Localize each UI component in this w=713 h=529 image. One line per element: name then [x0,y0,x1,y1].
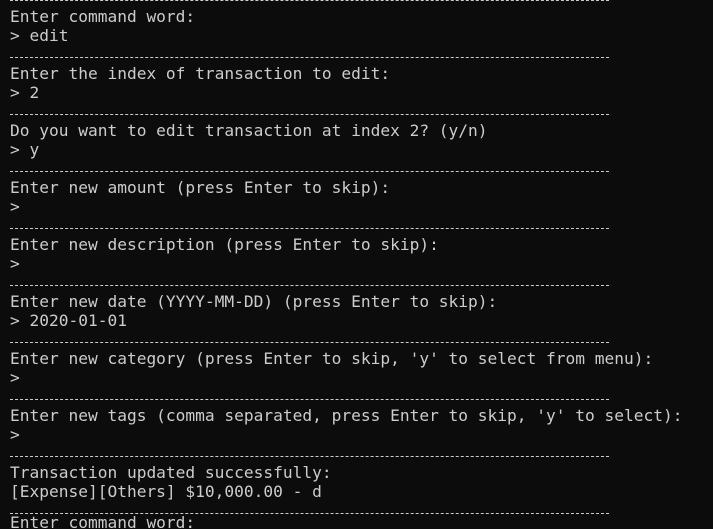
input-response: > [10,254,20,273]
input-response: > [10,425,20,444]
separator-line [10,0,713,7]
exchange-block-amount: Enter new amount (press Enter to skip): … [10,178,713,235]
exchange-block-tags: Enter new tags (comma separated, press E… [10,406,713,463]
prompt-text: Enter the index of transaction to edit: [10,64,391,83]
prompt-text: Enter command word: [10,7,196,26]
prompt-text: Do you want to edit transaction at index… [10,121,488,140]
input-response: > [10,368,20,387]
separator-line [10,387,713,406]
separator-line [10,216,713,235]
transaction-summary: [Expense][Others] $10,000.00 - d [10,482,322,501]
status-message: Transaction updated successfully: [10,463,332,482]
separator-line [10,273,713,292]
separator-line [10,45,713,64]
prompt-text: Enter new category (press Enter to skip,… [10,349,654,368]
separator-line [10,102,713,121]
exchange-block-result: Transaction updated successfully: [Expen… [10,463,713,520]
input-response: > 2 [10,83,40,102]
separator-line [10,444,713,463]
separator-line [10,330,713,349]
exchange-block-command: Enter command word: > edit [10,7,713,64]
exchange-block-date: Enter new date (YYYY-MM-DD) (press Enter… [10,292,713,349]
exchange-block-description: Enter new description (press Enter to sk… [10,235,713,292]
prompt-text: Enter new amount (press Enter to skip): [10,178,391,197]
separator-line [10,159,713,178]
exchange-block-confirm: Do you want to edit transaction at index… [10,121,713,178]
exchange-block-category: Enter new category (press Enter to skip,… [10,349,713,406]
input-response: > edit [10,26,69,45]
input-response: > y [10,140,40,159]
separator-line [10,501,713,520]
terminal-window[interactable]: Enter command word: > edit Enter the ind… [0,0,713,529]
exchange-block-index: Enter the index of transaction to edit: … [10,64,713,121]
prompt-text: Enter new description (press Enter to sk… [10,235,439,254]
input-response: > 2020-01-01 [10,311,127,330]
prompt-text: Enter new date (YYYY-MM-DD) (press Enter… [10,292,498,311]
input-response: > [10,197,20,216]
prompt-text: Enter new tags (comma separated, press E… [10,406,683,425]
